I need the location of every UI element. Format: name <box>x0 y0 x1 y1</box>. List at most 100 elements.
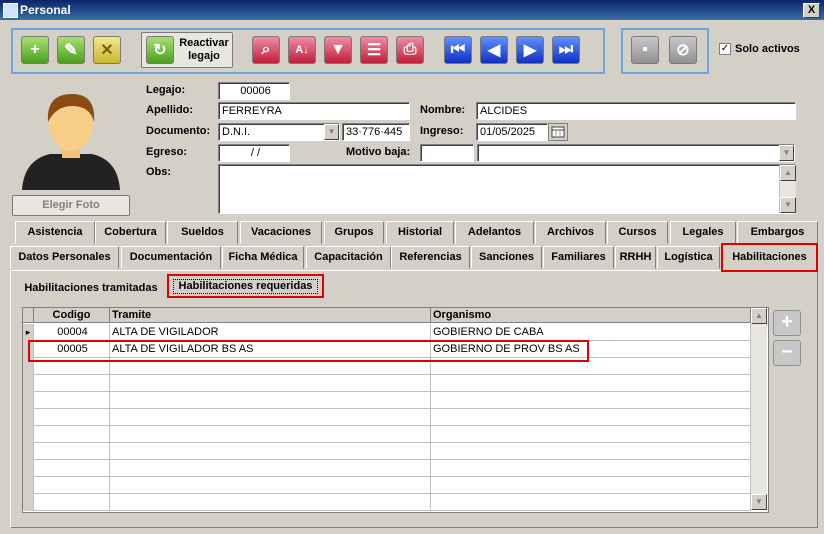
cell-organismo[interactable]: GOBIERNO DE CABA <box>431 324 751 341</box>
nombre-field[interactable]: ALCIDES <box>476 102 796 120</box>
tab-cursos[interactable]: Cursos <box>607 221 668 244</box>
cell-codigo[interactable] <box>34 426 110 443</box>
tab-documentacion[interactable]: Documentación <box>121 246 221 269</box>
cell-codigo[interactable] <box>34 375 110 392</box>
reactivar-legajo-button[interactable]: ↻ Reactivar legajo <box>141 32 233 68</box>
cell-organismo[interactable] <box>431 392 751 409</box>
add-button[interactable]: + <box>21 36 49 64</box>
motivo-select[interactable]: ▼ <box>477 144 795 162</box>
scroll-up-icon[interactable]: ▲ <box>780 165 796 181</box>
cell-tramite[interactable] <box>110 409 431 426</box>
table-row[interactable] <box>23 443 751 460</box>
scroll-down-icon[interactable]: ▼ <box>751 494 767 510</box>
table-row[interactable] <box>23 392 751 409</box>
cell-organismo[interactable] <box>431 426 751 443</box>
chevron-down-icon[interactable]: ▼ <box>779 145 794 161</box>
tab-adelantos[interactable]: Adelantos <box>455 221 534 244</box>
table-row[interactable] <box>23 358 751 375</box>
table-row[interactable]: ▸ 00004 ALTA DE VIGILADOR GOBIERNO DE CABA <box>23 324 751 341</box>
cell-organismo[interactable] <box>431 375 751 392</box>
cell-tramite[interactable]: ALTA DE VIGILADOR <box>110 324 431 341</box>
nro-doc-field[interactable]: 33·776·445 <box>342 123 410 141</box>
egreso-field[interactable]: / / <box>218 144 290 162</box>
tab-ficha-medica[interactable]: Ficha Médica <box>222 246 304 269</box>
tab-asistencia[interactable]: Asistencia <box>15 221 95 244</box>
tab-vacaciones[interactable]: Vacaciones <box>240 221 322 244</box>
cell-tramite[interactable] <box>110 375 431 392</box>
tab-familiares[interactable]: Familiares <box>543 246 614 269</box>
solo-activos-checkbox[interactable]: ✓ <box>719 43 731 55</box>
table-row[interactable] <box>23 460 751 477</box>
cell-codigo[interactable] <box>34 443 110 460</box>
cell-organismo[interactable] <box>431 460 751 477</box>
cell-organismo[interactable] <box>431 477 751 494</box>
first-record-button[interactable]: ⏮ <box>444 36 472 64</box>
subtab-requeridas[interactable]: Habilitaciones requeridas <box>167 274 324 298</box>
tab-sanciones[interactable]: Sanciones <box>471 246 542 269</box>
cell-codigo[interactable] <box>34 460 110 477</box>
cell-codigo[interactable]: 00004 <box>34 324 110 341</box>
elegir-foto-button[interactable]: Elegir Foto <box>12 195 130 216</box>
obs-textarea[interactable] <box>218 164 796 214</box>
chevron-down-icon[interactable]: ▼ <box>324 124 339 140</box>
scroll-down-icon[interactable]: ▼ <box>780 197 796 213</box>
save-button[interactable]: ▪ <box>631 36 659 64</box>
tipo-doc-select[interactable]: D.N.I. ▼ <box>218 123 340 141</box>
checklist-button[interactable]: ☰ <box>360 36 388 64</box>
add-row-button[interactable]: + <box>773 310 801 336</box>
cell-tramite[interactable]: ALTA DE VIGILADOR BS AS <box>110 341 431 358</box>
cell-organismo[interactable]: GOBIERNO DE PROV BS AS <box>431 341 751 358</box>
tab-rrhh[interactable]: RRHH <box>615 246 656 269</box>
cell-codigo[interactable] <box>34 494 110 511</box>
remove-row-button[interactable]: − <box>773 340 801 366</box>
cell-tramite[interactable] <box>110 358 431 375</box>
cell-codigo[interactable] <box>34 409 110 426</box>
sort-button[interactable]: A↓ <box>288 36 316 64</box>
col-organismo-header[interactable]: Organismo <box>431 308 751 323</box>
table-row[interactable] <box>23 375 751 392</box>
ingreso-field[interactable]: 01/05/2025 <box>476 123 548 141</box>
motivo-code-field[interactable] <box>420 144 474 162</box>
delete-button[interactable]: ✕ <box>93 36 121 64</box>
grid-scrollbar[interactable]: ▲ ▼ <box>751 308 767 510</box>
table-row[interactable] <box>23 426 751 443</box>
cell-tramite[interactable] <box>110 494 431 511</box>
close-button[interactable]: X <box>803 3 820 18</box>
prev-record-button[interactable]: ◀ <box>480 36 508 64</box>
tab-legales[interactable]: Legales <box>670 221 736 244</box>
habilitaciones-grid[interactable]: Codigo Tramite Organismo ▸ 00004 ALTA DE V… <box>22 307 769 513</box>
tab-capacitacion[interactable]: Capacitación <box>306 246 391 269</box>
cell-codigo[interactable] <box>34 358 110 375</box>
table-row[interactable] <box>23 477 751 494</box>
tab-referencias[interactable]: Referencias <box>391 246 470 269</box>
cell-codigo[interactable] <box>34 477 110 494</box>
tab-historial[interactable]: Historial <box>386 221 454 244</box>
tab-cobertura[interactable]: Cobertura <box>95 221 166 244</box>
scroll-up-icon[interactable]: ▲ <box>751 308 767 324</box>
table-row[interactable]: 00005 ALTA DE VIGILADOR BS AS GOBIERNO DE … <box>23 341 751 358</box>
cell-tramite[interactable] <box>110 477 431 494</box>
tab-embargos[interactable]: Embargos <box>737 221 818 244</box>
cell-organismo[interactable] <box>431 494 751 511</box>
calendar-button[interactable] <box>548 123 568 141</box>
legajo-field[interactable]: 00006 <box>218 82 290 100</box>
cell-tramite[interactable] <box>110 426 431 443</box>
cell-organismo[interactable] <box>431 358 751 375</box>
filter-button[interactable]: ▼ <box>324 36 352 64</box>
cell-codigo[interactable]: 00005 <box>34 341 110 358</box>
cell-tramite[interactable] <box>110 460 431 477</box>
last-record-button[interactable]: ⏭ <box>552 36 580 64</box>
subtab-tramitadas[interactable]: Habilitaciones tramitadas <box>17 277 165 299</box>
search-button[interactable]: ⌕ <box>252 36 280 64</box>
cell-codigo[interactable] <box>34 392 110 409</box>
tab-datos-personales[interactable]: Datos Personales <box>10 246 119 269</box>
tab-archivos[interactable]: Archivos <box>535 221 606 244</box>
apellido-field[interactable]: FERREYRA <box>218 102 410 120</box>
col-codigo-header[interactable]: Codigo <box>34 308 110 323</box>
cell-tramite[interactable] <box>110 443 431 460</box>
cell-tramite[interactable] <box>110 392 431 409</box>
cell-organismo[interactable] <box>431 409 751 426</box>
table-row[interactable] <box>23 409 751 426</box>
cancel-button[interactable]: ⊘ <box>669 36 697 64</box>
print-button[interactable]: ⎙ <box>396 36 424 64</box>
